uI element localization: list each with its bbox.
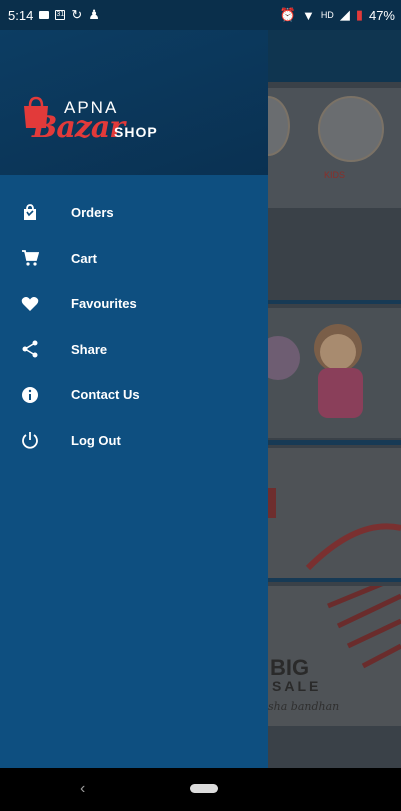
heart-icon — [20, 294, 40, 314]
sync-notification-icon: ↻ — [71, 7, 83, 22]
menu-item-label: Favourites — [71, 296, 137, 312]
menu-item-share[interactable]: Share — [0, 327, 268, 373]
menu-item-label: Orders — [71, 205, 114, 221]
background-banner — [268, 448, 401, 578]
back-icon[interactable]: ‹ — [80, 780, 85, 798]
background-categories — [246, 88, 401, 208]
banner-script-text: sha bandhan — [268, 700, 340, 713]
status-right: ⏰ ▼ HD ◢ ▮ 47% — [280, 7, 395, 23]
signal-icon: ◢ — [339, 7, 350, 22]
background-app-content: KIDS BIG SALE sha bandhan — [246, 30, 401, 768]
status-time: 5:14 — [8, 7, 34, 23]
battery-percent: 47% — [368, 7, 395, 23]
menu-item-label: Log Out — [71, 432, 121, 448]
drawer-menu: Orders Cart Favourites Share Contact Us … — [0, 190, 268, 463]
menu-item-label: Contact Us — [71, 387, 140, 403]
kids-category-label: KIDS — [324, 170, 346, 180]
divider — [268, 300, 401, 304]
banner-big-text: BIG — [270, 655, 310, 680]
menu-item-log-out[interactable]: Log Out — [0, 418, 268, 464]
share-icon — [20, 339, 40, 359]
banner-sale-text: SALE — [272, 678, 322, 694]
drawer-header: APNA Bazar SHOP — [0, 30, 268, 175]
phone-screen: 5:14 31 ↻ ♟ ⏰ ▼ HD ◢ ▮ 47% KIDS BIG SALE… — [0, 0, 401, 811]
navigation-drawer: APNA Bazar SHOP Orders Cart Favourites S… — [0, 30, 268, 768]
background-banner — [256, 308, 401, 438]
menu-item-favourites[interactable]: Favourites — [0, 281, 268, 327]
banner-illustration — [256, 324, 363, 418]
message-notification-icon — [39, 11, 50, 19]
menu-item-label: Cart — [71, 250, 98, 266]
home-pill-button[interactable] — [190, 784, 218, 793]
logo-text-bazar: Bazar — [32, 110, 125, 145]
calendar-notification-icon: 31 — [55, 10, 66, 20]
divider — [268, 578, 401, 582]
bag-icon — [20, 203, 40, 223]
alarm-icon: ⏰ — [279, 7, 296, 22]
menu-item-cart[interactable]: Cart — [0, 236, 268, 282]
status-bar: 5:14 31 ↻ ♟ ⏰ ▼ HD ◢ ▮ 47% — [0, 0, 401, 30]
kids-category-thumbnail — [318, 96, 384, 162]
power-icon — [20, 430, 40, 450]
status-left: 5:14 31 ↻ ♟ — [8, 7, 100, 23]
battery-icon: ▮ — [355, 7, 363, 22]
banner-graphic — [268, 488, 401, 571]
logo-text-shop: SHOP — [114, 124, 158, 140]
menu-item-label: Share — [71, 341, 108, 357]
menu-item-orders[interactable]: Orders — [0, 190, 268, 236]
info-icon — [20, 385, 40, 405]
background-toolbar — [268, 30, 401, 82]
menu-item-contact-us[interactable]: Contact Us — [0, 372, 268, 418]
person-notification-icon: ♟ — [88, 7, 100, 22]
app-logo: APNA Bazar SHOP — [20, 88, 170, 148]
cart-icon — [20, 248, 40, 268]
system-navigation-bar: ‹ — [0, 768, 401, 811]
wifi-icon: ▼ — [301, 7, 315, 23]
divider — [268, 440, 401, 445]
network-label: HD — [320, 10, 334, 20]
